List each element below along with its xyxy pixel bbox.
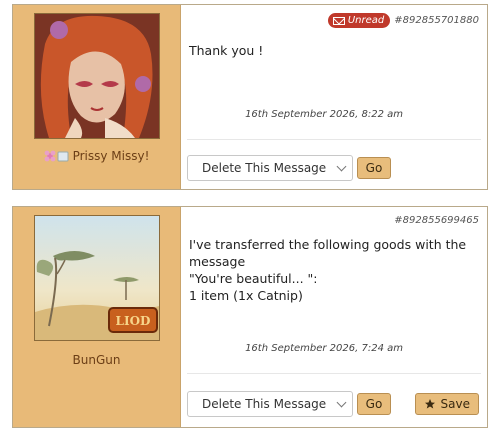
go-button[interactable]: Go <box>357 157 391 179</box>
message-body-line: "You're beautiful... ": <box>189 271 318 286</box>
avatar[interactable]: LIOD <box>33 215 160 341</box>
save-button-label: Save <box>440 397 470 411</box>
message-id: #892855701880 <box>394 15 479 26</box>
sender-name[interactable]: BunGun <box>73 353 121 367</box>
message-id: #892855699465 <box>394 215 479 226</box>
message-date: 16th September 2026, 8:22 am <box>245 109 403 120</box>
message-body: Thank you ! <box>189 42 479 59</box>
unread-badge-label: Unread <box>347 15 385 26</box>
sender-name-label: BunGun <box>72 353 121 367</box>
chevron-down-icon <box>336 161 347 172</box>
message-body-line: Thank you ! <box>189 43 264 58</box>
divider <box>187 373 481 374</box>
sender-name-label: Prissy Missy! <box>72 149 150 163</box>
star-icon <box>424 399 435 409</box>
go-button-label: Go <box>365 161 383 175</box>
action-select-value: Delete This Message <box>202 161 327 175</box>
flower-icon <box>44 150 69 162</box>
sender-panel: LIOD BunGun <box>13 207 181 427</box>
message-card: Prissy Missy! Unread #892855701880 Thank… <box>12 4 488 190</box>
sender-panel: Prissy Missy! <box>13 5 181 189</box>
unread-badge: Unread <box>327 13 391 28</box>
message-date: 16th September 2026, 7:24 am <box>245 343 403 354</box>
go-button[interactable]: Go <box>357 393 391 415</box>
svg-text:LIOD: LIOD <box>115 314 150 328</box>
message-content: Unread #892855701880 Thank you ! 16th Se… <box>181 5 487 189</box>
avatar[interactable] <box>33 13 160 139</box>
message-actions: Delete This Message Go Save <box>187 391 479 417</box>
message-body-line: 1 item (1x Catnip) <box>189 288 303 303</box>
message-card: LIOD BunGun #892855699465 I've transferr… <box>12 206 488 428</box>
message-body-line: I've transferred the following goods wit… <box>189 237 467 269</box>
envelope-icon <box>332 16 345 25</box>
action-select-value: Delete This Message <box>202 397 327 411</box>
divider <box>187 139 481 140</box>
sender-name[interactable]: Prissy Missy! <box>44 149 150 163</box>
message-meta: Unread #892855701880 <box>189 13 479 28</box>
message-actions: Delete This Message Go <box>187 155 479 181</box>
message-body: I've transferred the following goods wit… <box>189 236 479 304</box>
save-button[interactable]: Save <box>414 393 479 415</box>
go-button-label: Go <box>365 397 383 411</box>
message-meta: #892855699465 <box>189 215 479 226</box>
action-select[interactable]: Delete This Message <box>187 391 353 417</box>
action-select[interactable]: Delete This Message <box>187 155 353 181</box>
message-content: #892855699465 I've transferred the follo… <box>181 207 487 427</box>
chevron-down-icon <box>336 397 347 408</box>
